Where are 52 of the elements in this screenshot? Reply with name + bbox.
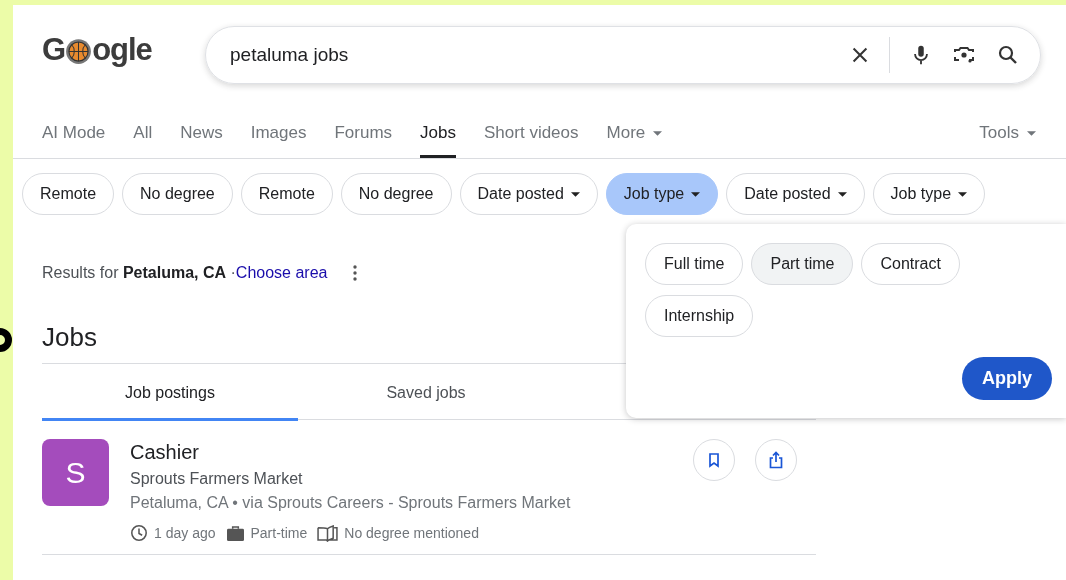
search-tab[interactable]: Jobs bbox=[420, 123, 457, 158]
share-button[interactable] bbox=[755, 439, 797, 481]
location-text: Results for Petaluma, CA · bbox=[42, 264, 236, 282]
bookmark-button[interactable] bbox=[693, 439, 735, 481]
results-tab[interactable]: Saved jobs bbox=[298, 364, 554, 421]
education-requirement: No degree mentioned bbox=[344, 525, 479, 541]
job-type-option[interactable]: Full time bbox=[645, 243, 744, 285]
caret-icon bbox=[958, 191, 968, 197]
filter-chip[interactable]: Job type bbox=[605, 173, 719, 215]
filter-chip[interactable]: Date posted bbox=[726, 173, 865, 215]
apply-button[interactable]: Apply bbox=[962, 357, 1052, 400]
filter-chip[interactable]: No degree bbox=[122, 173, 233, 215]
search-tab[interactable]: AI Mode bbox=[42, 123, 106, 158]
results-tab[interactable]: Job postings bbox=[42, 364, 298, 421]
search-tab[interactable]: All bbox=[133, 123, 153, 158]
search-tab[interactable]: More bbox=[606, 123, 663, 158]
job-type-option[interactable]: Part time bbox=[751, 243, 854, 285]
caret-icon bbox=[653, 131, 663, 136]
filter-chip[interactable]: Remote bbox=[240, 173, 333, 215]
more-options-icon[interactable] bbox=[353, 265, 358, 281]
choose-area-link[interactable]: Choose area bbox=[235, 264, 328, 282]
job-type-option[interactable]: Internship bbox=[645, 295, 754, 337]
search-tab[interactable]: Images bbox=[250, 123, 307, 158]
job-type-option[interactable]: Contract bbox=[861, 243, 960, 285]
bookmark-icon bbox=[706, 452, 722, 468]
filter-chip[interactable]: Date posted bbox=[459, 173, 598, 215]
search-tab[interactable]: News bbox=[180, 123, 223, 158]
search-tab[interactable]: Short videos bbox=[484, 123, 579, 158]
search-tab[interactable]: Forums bbox=[334, 123, 393, 158]
company-logo: S bbox=[42, 439, 109, 506]
company-name: Sprouts Farmers Market bbox=[130, 470, 304, 488]
filter-chip[interactable]: Job type bbox=[872, 173, 986, 215]
ring-shape-icon bbox=[0, 326, 14, 354]
book-icon bbox=[317, 524, 339, 542]
logo-text: G bbox=[42, 32, 66, 68]
caret-icon bbox=[837, 191, 847, 197]
basketball-icon bbox=[65, 38, 93, 65]
posted-time: 1 day ago bbox=[154, 525, 216, 541]
job-title[interactable]: Cashier bbox=[130, 441, 693, 464]
briefcase-icon bbox=[225, 524, 245, 542]
tools-menu[interactable]: Tools bbox=[979, 123, 1036, 158]
filter-chip[interactable]: Remote bbox=[22, 173, 115, 215]
share-icon bbox=[768, 451, 784, 469]
filter-chip[interactable]: No degree bbox=[340, 173, 452, 215]
clock-icon bbox=[130, 524, 148, 542]
search-field[interactable]: petaluma jobs bbox=[230, 44, 849, 66]
job-location: Petaluma, CA • via Sprouts Careers - Sprouts Farmers Market bbox=[130, 494, 572, 512]
job-type: Part-time bbox=[250, 525, 308, 541]
caret-icon bbox=[570, 191, 580, 197]
caret-icon bbox=[1027, 131, 1036, 136]
logo-text: ogle bbox=[92, 32, 152, 68]
caret-icon bbox=[691, 191, 701, 197]
